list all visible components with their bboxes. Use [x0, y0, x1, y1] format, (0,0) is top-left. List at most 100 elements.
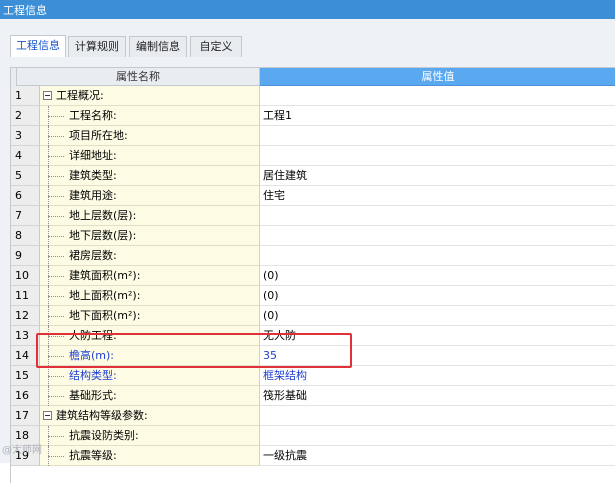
property-value-cell[interactable]: [260, 426, 615, 446]
table-row[interactable]: 4 详细地址:: [11, 146, 615, 166]
property-name-cell[interactable]: 抗震等级:: [40, 446, 260, 466]
property-label: 地上层数(层):: [69, 209, 137, 222]
row-number: 17: [11, 406, 40, 426]
property-label: 基础形式:: [69, 389, 117, 402]
tree-branch-icon: [48, 276, 64, 277]
row-number: 16: [11, 386, 40, 406]
property-name-cell[interactable]: 建筑结构等级参数:: [40, 406, 260, 426]
property-grid: 属性名称 属性值 1 工程概况: 2 工程名称: 工程1 3 项目所在地: 4 详细地址: 5 建筑…: [10, 67, 615, 483]
property-value-cell[interactable]: [260, 86, 615, 106]
property-name-cell[interactable]: 建筑类型:: [40, 166, 260, 186]
property-label: 结构类型:: [69, 369, 117, 382]
collapse-toggle-icon[interactable]: [43, 411, 52, 420]
property-name-cell[interactable]: 结构类型:: [40, 366, 260, 386]
window-title: 工程信息: [3, 4, 47, 17]
property-value-cell[interactable]: 住宅: [260, 186, 615, 206]
tree-branch-icon: [48, 256, 64, 257]
table-row[interactable]: 17 建筑结构等级参数:: [11, 406, 615, 426]
row-number: 6: [11, 186, 40, 206]
property-name-cell[interactable]: 建筑用途:: [40, 186, 260, 206]
header-property-name[interactable]: 属性名称: [17, 68, 260, 86]
property-name-cell[interactable]: 抗震设防类别:: [40, 426, 260, 446]
tree-branch-icon: [48, 456, 64, 457]
property-label: 地下层数(层):: [69, 229, 137, 242]
property-value-cell[interactable]: 筏形基础: [260, 386, 615, 406]
collapse-toggle-icon[interactable]: [43, 91, 52, 100]
tree-branch-icon: [48, 316, 64, 317]
property-label: 项目所在地:: [69, 129, 128, 142]
table-row[interactable]: 1 工程概况:: [11, 86, 615, 106]
property-value-cell[interactable]: [260, 146, 615, 166]
property-name-cell[interactable]: 地上面积(m²):: [40, 286, 260, 306]
table-row[interactable]: 16 基础形式: 筏形基础: [11, 386, 615, 406]
property-name-cell[interactable]: 详细地址:: [40, 146, 260, 166]
table-row[interactable]: 3 项目所在地:: [11, 126, 615, 146]
window-titlebar: 工程信息: [0, 0, 615, 19]
property-name-cell[interactable]: 基础形式:: [40, 386, 260, 406]
property-name-cell[interactable]: 工程名称:: [40, 106, 260, 126]
tab-project-info[interactable]: 工程信息: [10, 35, 66, 57]
tree-branch-icon: [48, 436, 64, 437]
tree-branch-icon: [48, 296, 64, 297]
property-name-cell[interactable]: 地下层数(层):: [40, 226, 260, 246]
table-row[interactable]: 6 建筑用途: 住宅: [11, 186, 615, 206]
tree-branch-icon: [48, 236, 64, 237]
group-label: 工程概况:: [56, 89, 104, 102]
group-label: 建筑结构等级参数:: [56, 409, 148, 422]
property-name-cell[interactable]: 项目所在地:: [40, 126, 260, 146]
tree-branch-icon: [48, 196, 64, 197]
property-label: 抗震等级:: [69, 449, 117, 462]
table-row[interactable]: 11 地上面积(m²): (0): [11, 286, 615, 306]
tree-branch-icon: [48, 136, 64, 137]
tree-branch-icon: [48, 396, 64, 397]
property-value-cell[interactable]: (0): [260, 266, 615, 286]
property-value-cell[interactable]: [260, 126, 615, 146]
property-name-cell[interactable]: 工程概况:: [40, 86, 260, 106]
property-value-cell[interactable]: 一级抗震: [260, 446, 615, 466]
tab-custom[interactable]: 自定义: [190, 36, 242, 57]
property-value-cell[interactable]: 居住建筑: [260, 166, 615, 186]
row-number: 10: [11, 266, 40, 286]
property-value-cell[interactable]: 工程1: [260, 106, 615, 126]
table-row[interactable]: 12 地下面积(m²): (0): [11, 306, 615, 326]
property-value-cell[interactable]: 框架结构: [260, 366, 615, 386]
property-value-cell[interactable]: [260, 226, 615, 246]
property-name-cell[interactable]: 裙房层数:: [40, 246, 260, 266]
tab-compile-info[interactable]: 编制信息: [129, 36, 187, 57]
table-row[interactable]: 9 裙房层数:: [11, 246, 615, 266]
property-value-cell[interactable]: (0): [260, 306, 615, 326]
tree-branch-icon: [48, 116, 64, 117]
property-label: 工程名称:: [69, 109, 117, 122]
tab-calc-rules[interactable]: 计算规则: [68, 36, 126, 57]
property-value-cell[interactable]: [260, 206, 615, 226]
row-number: 4: [11, 146, 40, 166]
table-row[interactable]: 19 抗震等级: 一级抗震: [11, 446, 615, 466]
row-number: 3: [11, 126, 40, 146]
property-label: 建筑面积(m²):: [69, 269, 141, 282]
table-row[interactable]: 5 建筑类型: 居住建筑: [11, 166, 615, 186]
tree-branch-icon: [48, 156, 64, 157]
property-name-cell[interactable]: 建筑面积(m²):: [40, 266, 260, 286]
header-property-value[interactable]: 属性值: [260, 68, 615, 86]
property-label: 详细地址:: [69, 149, 117, 162]
table-row[interactable]: 8 地下层数(层):: [11, 226, 615, 246]
table-row[interactable]: 10 建筑面积(m²): (0): [11, 266, 615, 286]
property-label: 地下面积(m²):: [69, 309, 141, 322]
tree-branch-icon: [48, 216, 64, 217]
property-value-cell[interactable]: [260, 246, 615, 266]
property-value-cell[interactable]: (0): [260, 286, 615, 306]
table-row[interactable]: 2 工程名称: 工程1: [11, 106, 615, 126]
property-name-cell[interactable]: 地上层数(层):: [40, 206, 260, 226]
table-row[interactable]: 15 结构类型: 框架结构: [11, 366, 615, 386]
table-row[interactable]: 18 抗震设防类别:: [11, 426, 615, 446]
row-number: 7: [11, 206, 40, 226]
table-row[interactable]: 7 地上层数(层):: [11, 206, 615, 226]
property-value-cell[interactable]: [260, 406, 615, 426]
row-number: 2: [11, 106, 40, 126]
row-number: 12: [11, 306, 40, 326]
property-label: 抗震设防类别:: [69, 429, 139, 442]
property-label: 建筑类型:: [69, 169, 117, 182]
row-number: 11: [11, 286, 40, 306]
property-name-cell[interactable]: 地下面积(m²):: [40, 306, 260, 326]
property-label: 裙房层数:: [69, 249, 117, 262]
